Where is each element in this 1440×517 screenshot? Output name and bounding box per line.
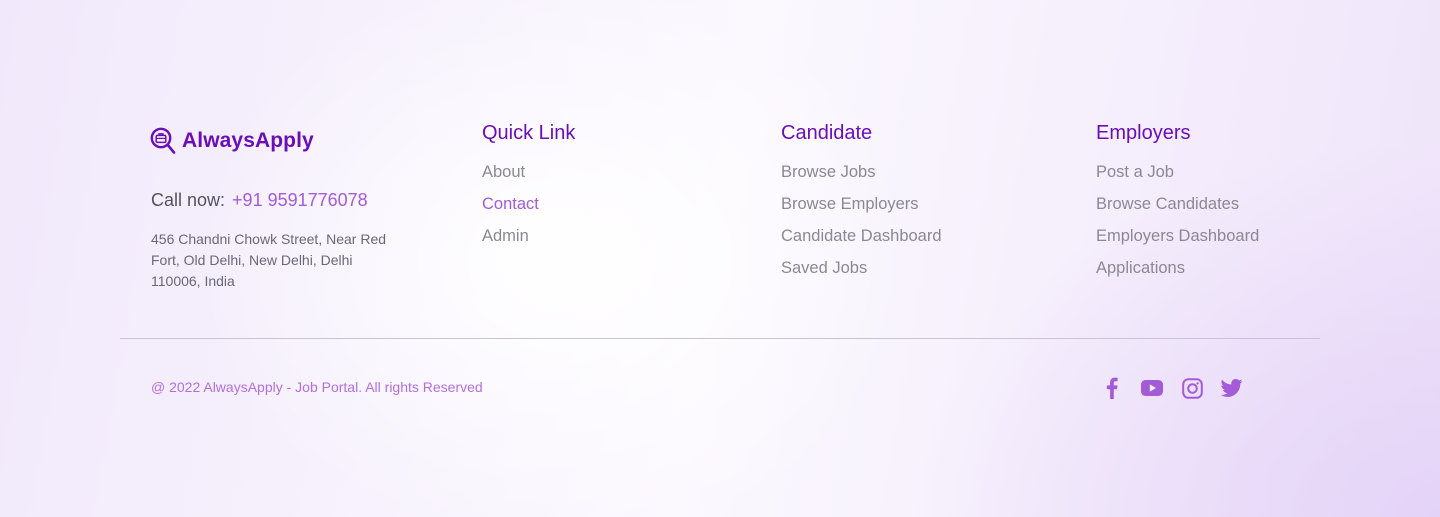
candidate-title: Candidate — [781, 122, 873, 144]
address: 456 Chandni Chowk Street, Near Red Fort,… — [151, 231, 387, 289]
link-contact[interactable]: Contact — [482, 190, 575, 222]
twitter-icon[interactable] — [1220, 376, 1244, 400]
call-label: Call now: — [151, 190, 226, 210]
employers-list: Post a Job Browse Candidates Employers D… — [1096, 158, 1259, 286]
instagram-icon[interactable] — [1180, 376, 1204, 400]
social-links — [1100, 376, 1244, 400]
link-candidate-dashboard[interactable]: Candidate Dashboard — [781, 222, 942, 254]
phone-link[interactable]: +91 9591776078 — [232, 190, 368, 210]
brand-name: AlwaysApply — [182, 129, 314, 152]
copyright-text: @ 2022 AlwaysApply - Job Portal. All rig… — [151, 379, 483, 395]
link-about[interactable]: About — [482, 158, 575, 190]
link-saved-jobs[interactable]: Saved Jobs — [781, 254, 942, 286]
search-briefcase-icon — [150, 127, 176, 154]
quick-links-column: Quick Link About Contact Admin — [482, 120, 575, 254]
link-browse-employers[interactable]: Browse Employers — [781, 190, 942, 222]
site-footer: AlwaysApply Call now: +91 9591776078 456… — [0, 0, 1440, 517]
link-browse-candidates[interactable]: Browse Candidates — [1096, 190, 1259, 222]
facebook-icon[interactable] — [1100, 376, 1124, 400]
link-browse-jobs[interactable]: Browse Jobs — [781, 158, 942, 190]
youtube-icon[interactable] — [1140, 376, 1164, 400]
link-admin[interactable]: Admin — [482, 222, 575, 254]
employers-title: Employers — [1096, 122, 1191, 144]
footer-divider — [120, 338, 1320, 339]
employers-column: Employers Post a Job Browse Candidates E… — [1096, 120, 1259, 286]
call-now: Call now: +91 9591776078 — [151, 190, 368, 211]
candidate-column: Candidate Browse Jobs Browse Employers C… — [781, 120, 942, 286]
link-post-a-job[interactable]: Post a Job — [1096, 158, 1259, 190]
quick-links-title: Quick Link — [482, 122, 576, 144]
link-employers-dashboard[interactable]: Employers Dashboard — [1096, 222, 1259, 254]
link-applications[interactable]: Applications — [1096, 254, 1259, 286]
quick-links-list: About Contact Admin — [482, 158, 575, 254]
brand-logo[interactable]: AlwaysApply — [150, 127, 314, 155]
candidate-list: Browse Jobs Browse Employers Candidate D… — [781, 158, 942, 286]
